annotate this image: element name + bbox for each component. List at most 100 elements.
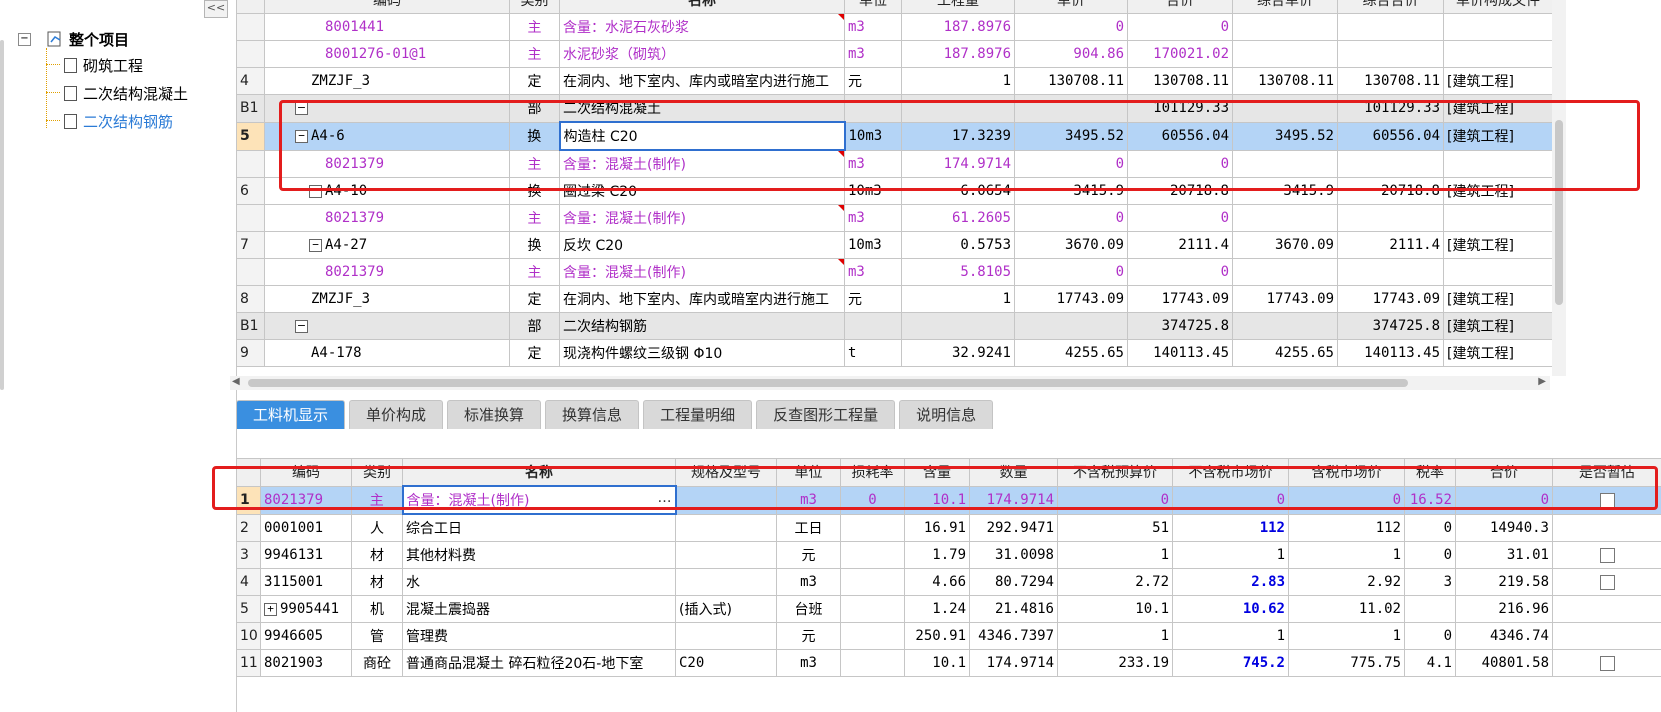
cell-budget-price[interactable]: 233.19 [1057,649,1173,677]
cell-name[interactable]: 在洞内、地下室内、库内或暗室内进行施工 [559,67,845,95]
cell-name[interactable]: 二次结构混凝土 [559,94,845,123]
table-row[interactable]: 8021379 主 含量：混凝土(制作) m3 61.2605 0 0 [236,204,1553,232]
cell-tax-market-price[interactable]: 2.92 [1288,568,1405,596]
cell-name[interactable]: 混凝土震捣器 [402,595,676,623]
column-header[interactable]: 不含税预算价 [1057,458,1173,487]
cell-name[interactable]: 其他材料费 [402,541,676,569]
table-row[interactable]: 8001276-01@1 主 水泥砂浆（砌筑） m3 187.8976 904.… [236,40,1553,68]
cell-tax-market-price[interactable]: 0 [1288,485,1405,515]
cell-total[interactable]: 0 [1127,149,1233,178]
cell-budget-price[interactable]: 0 [1057,485,1173,515]
cell-spec[interactable] [675,485,777,515]
cell-composite-price[interactable] [1232,40,1338,68]
cell-type[interactable]: 商砼 [351,649,403,677]
column-header[interactable]: 损耗率 [840,458,905,487]
cell-type[interactable]: 定 [509,339,560,367]
cell-total[interactable]: 0 [1455,485,1553,515]
cell-code[interactable]: 8001441 [264,13,510,41]
cell-price[interactable] [1014,94,1128,123]
cell-unit[interactable]: t [844,339,902,367]
cell-code[interactable]: ZMZJF_3 [264,285,510,313]
cell-unit[interactable] [844,94,902,123]
cell-composite-total[interactable]: 374725.8 [1337,312,1444,340]
column-header[interactable]: 单价 [1014,0,1128,14]
table-row[interactable]: 9 A4-178 定 现浇构件螺纹三级钢 Φ10 t 32.9241 4255.… [236,339,1553,367]
column-header[interactable]: 是否暂估 [1552,458,1661,487]
cell-type[interactable]: 换 [509,177,560,205]
cell-content[interactable]: 1.79 [904,541,970,569]
column-header[interactable]: 类别 [509,0,560,14]
cell-code[interactable]: 8021379 [264,204,510,232]
provisional-checkbox[interactable] [1599,574,1615,590]
scrollbar-thumb[interactable] [248,379,1408,387]
cell-total[interactable]: 0 [1127,258,1233,286]
cell-type[interactable]: 主 [351,485,403,515]
column-header[interactable]: 单价构成文件 [1443,0,1553,14]
cell-composite-price[interactable]: 4255.65 [1232,339,1338,367]
cell-composite-price[interactable] [1232,204,1338,232]
cell-code[interactable]: 9946605 [260,622,352,650]
cell-type[interactable]: 主 [509,149,560,178]
selected-table-row[interactable]: 1 8021379 主 含量：混凝土(制作)… m3 0 10.1 174.97… [236,485,1661,515]
cell-name[interactable]: 现浇构件螺纹三级钢 Φ10 [559,339,845,367]
cell-code[interactable]: − [264,94,510,123]
cell-price[interactable]: 17743.09 [1014,285,1128,313]
cell-tax-rate[interactable]: 0 [1404,513,1456,542]
cell-name[interactable]: 含量：混凝土(制作) [559,204,845,232]
cell-type[interactable]: 机 [351,595,403,623]
cell-price-file[interactable]: [建筑工程] [1443,94,1553,123]
cell-price-file[interactable]: [建筑工程] [1443,67,1553,95]
cell-provisional[interactable] [1552,622,1661,650]
cell-total[interactable]: 130708.11 [1127,67,1233,95]
cell-market-price[interactable]: 2.83 [1172,568,1289,596]
cell-composite-price[interactable]: 130708.11 [1232,67,1338,95]
cell-price-file[interactable] [1443,149,1553,178]
cell-type[interactable]: 主 [509,258,560,286]
column-header[interactable]: 工程量 [901,0,1015,14]
scroll-right-icon[interactable]: ▶ [1538,376,1546,387]
cell-name[interactable]: 普通商品混凝土 碎石粒径20石-地下室 [402,649,676,677]
cell-quantity[interactable]: 1 [901,285,1015,313]
column-header[interactable]: 编码 [264,0,510,14]
cell-tax-market-price[interactable]: 1 [1288,622,1405,650]
selected-table-row[interactable]: 5 − A4-6 换 构造柱 C20 10m3 17.3239 3495.52 6… [236,121,1553,151]
cell-code[interactable]: 3115001 [260,568,352,596]
row-number[interactable] [236,258,265,286]
tree-item-masonry[interactable]: 砌筑工程 [64,54,143,76]
cell-loss-rate[interactable] [840,649,905,677]
row-number[interactable]: 5 [236,121,265,151]
cell-quantity[interactable]: 5.8105 [901,258,1015,286]
cell-composite-price[interactable]: 3670.09 [1232,231,1338,259]
cell-unit[interactable]: m3 [776,485,841,515]
collapse-icon[interactable]: − [295,129,308,143]
tree-item-secondary-rebar[interactable]: 二次结构钢筋 [64,110,173,132]
column-header[interactable]: 合价 [1127,0,1233,14]
cell-type[interactable]: 管 [351,622,403,650]
cell-market-price[interactable]: 112 [1172,513,1289,542]
tree-item-secondary-concrete[interactable]: 二次结构混凝土 [64,82,188,104]
cell-unit[interactable]: m3 [776,568,841,596]
cell-composite-total[interactable]: 60556.04 [1337,121,1444,151]
cell-quantity[interactable]: 174.9714 [901,149,1015,178]
cell-unit[interactable]: 元 [776,622,841,650]
cell-type[interactable]: 主 [509,40,560,68]
cell-composite-price[interactable]: 17743.09 [1232,285,1338,313]
cell-code[interactable]: − A4-27 [264,231,510,259]
cell-total[interactable]: 374725.8 [1127,312,1233,340]
cell-code[interactable]: 8021903 [260,649,352,677]
column-header[interactable]: 数量 [969,458,1058,487]
column-header[interactable]: 编码 [260,458,352,487]
cell-quantity[interactable]: 61.2605 [901,204,1015,232]
cell-name[interactable]: 二次结构钢筋 [559,312,845,340]
cell-quantity[interactable]: 0.5753 [901,231,1015,259]
cell-unit[interactable]: 元 [776,541,841,569]
cell-unit[interactable] [844,312,902,340]
cell-loss-rate[interactable]: 0 [840,485,905,515]
cell-loss-rate[interactable] [840,622,905,650]
cell-market-price[interactable]: 745.2 [1172,649,1289,677]
table-row[interactable]: 4 ZMZJF_3 定 在洞内、地下室内、库内或暗室内进行施工 元 1 1307… [236,67,1553,95]
cell-market-price[interactable]: 1 [1172,622,1289,650]
provisional-checkbox[interactable] [1599,492,1615,508]
cell-spec[interactable] [675,568,777,596]
row-number[interactable]: 2 [236,513,261,542]
